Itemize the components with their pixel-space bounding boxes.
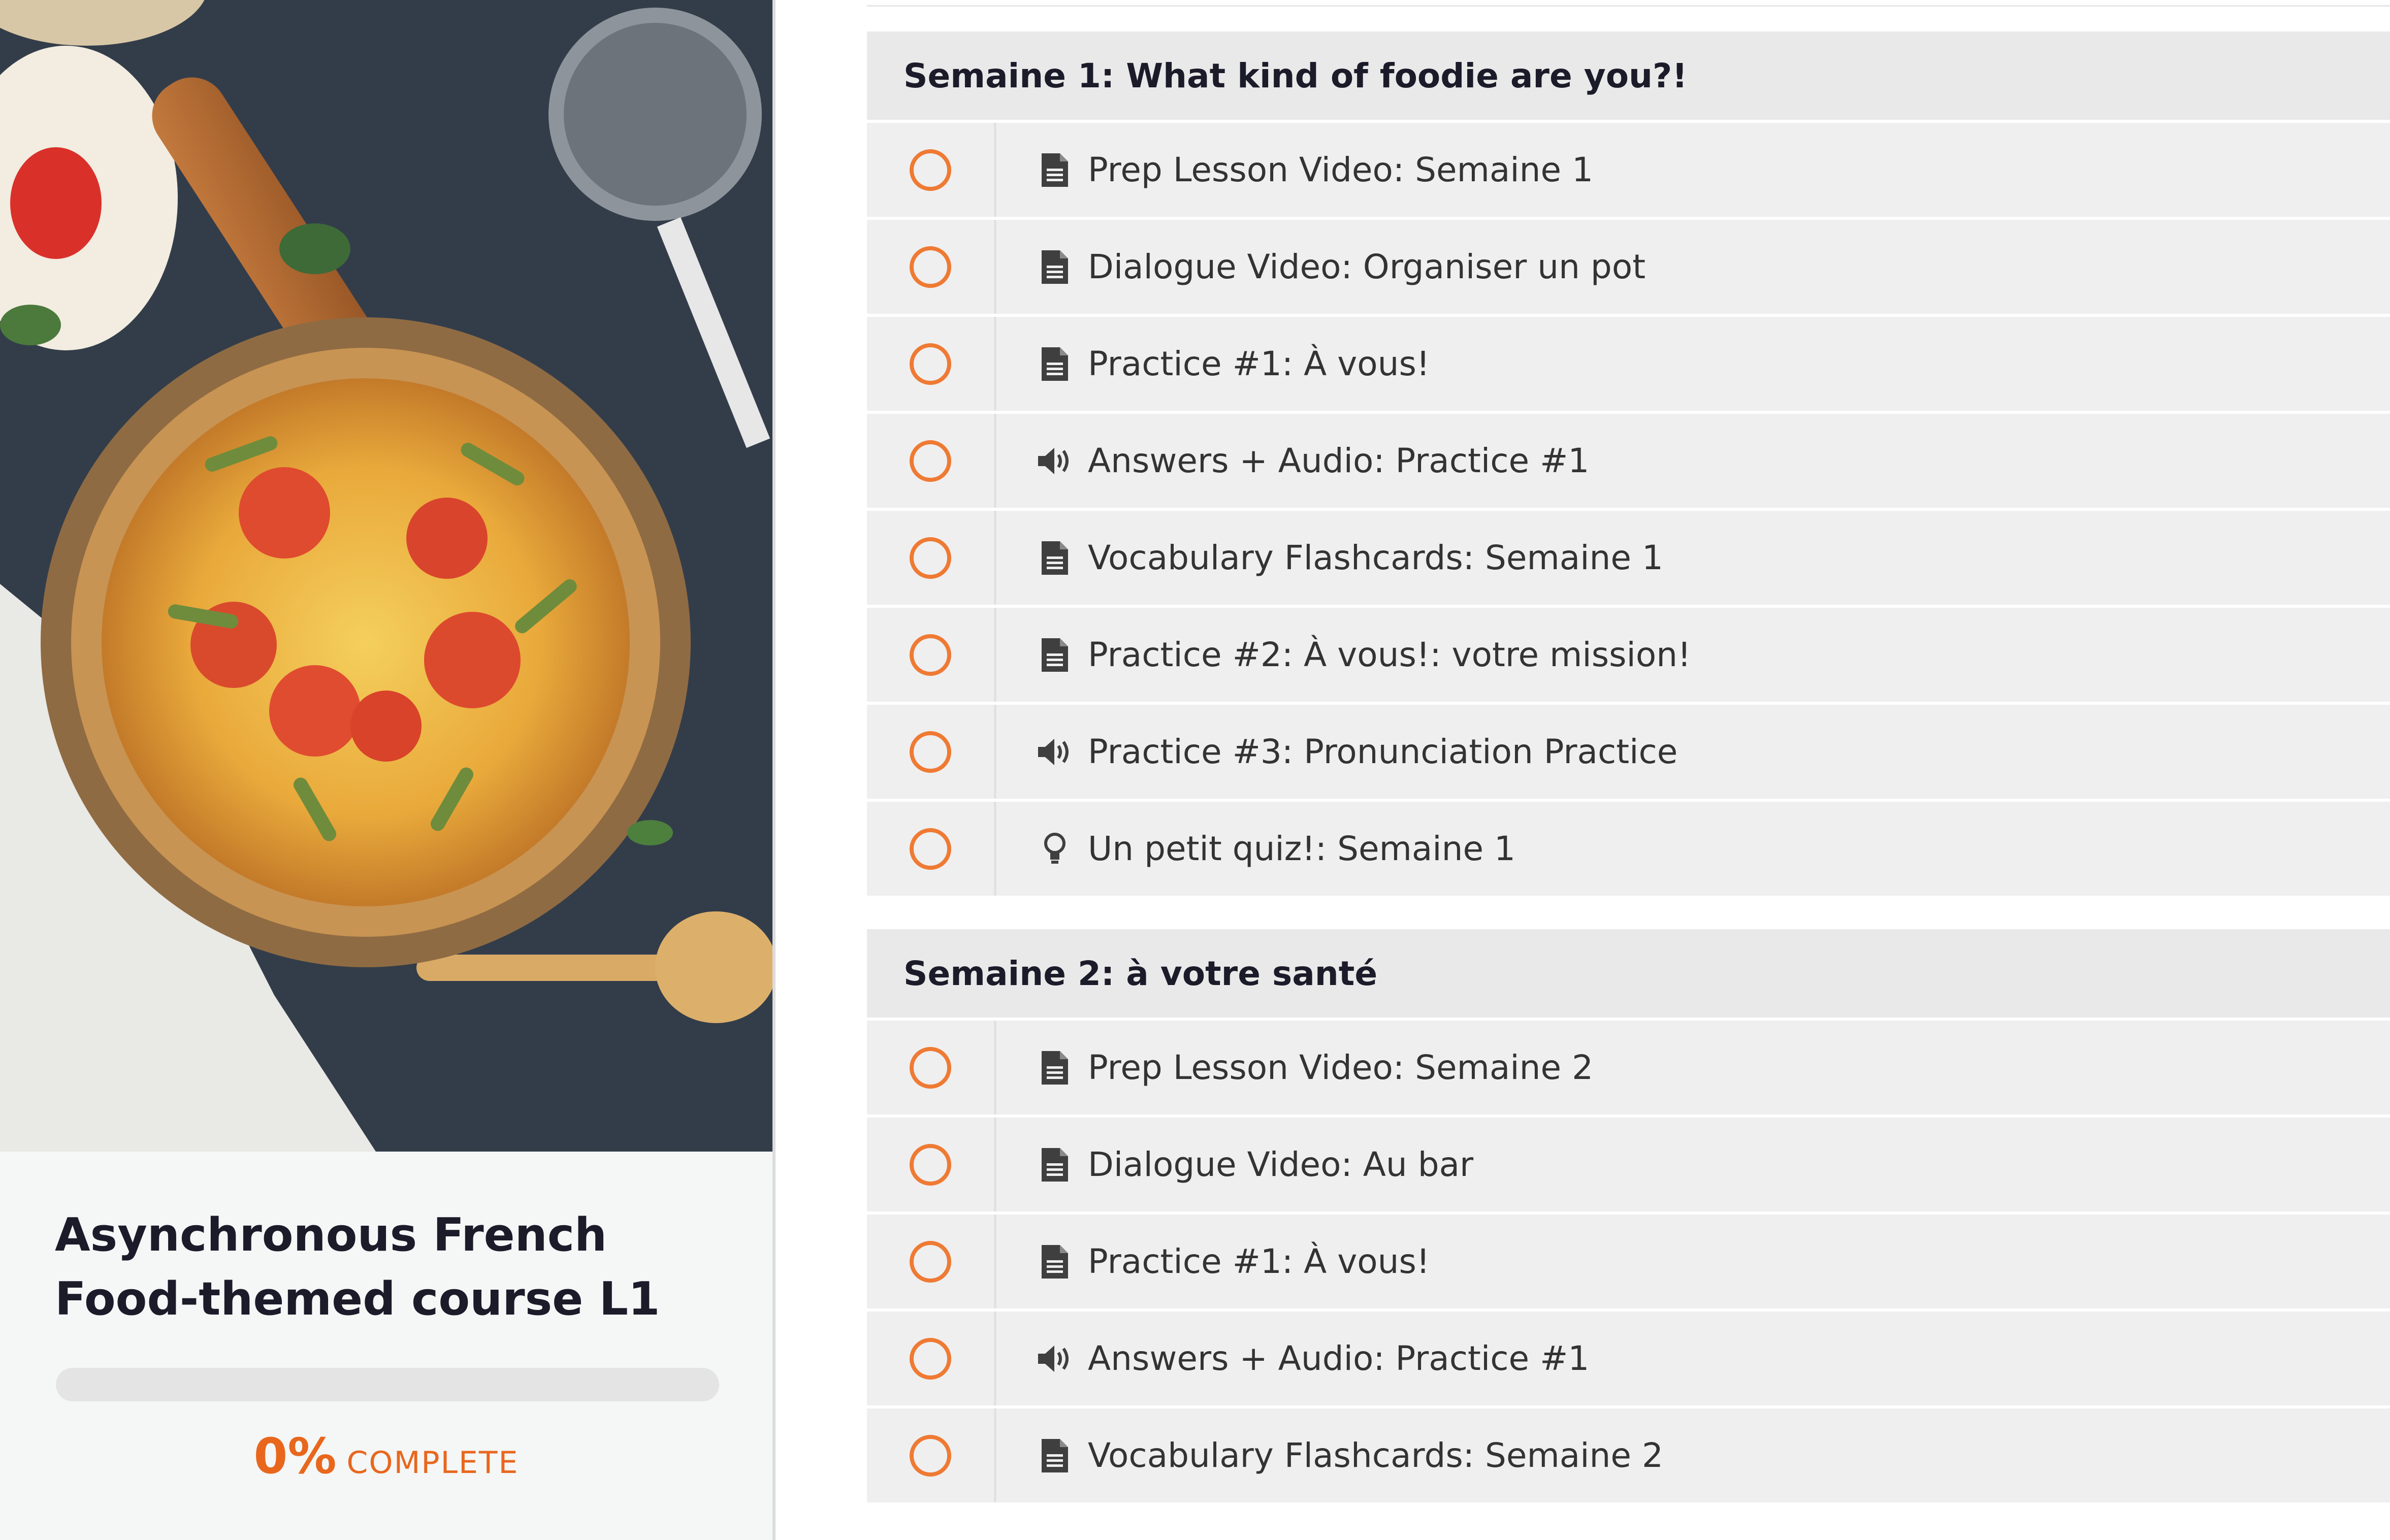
- lesson-link[interactable]: Practice #2: À vous!: votre mission!: [1036, 635, 1691, 674]
- lesson-title: Prep Lesson Video: Semaine 1: [1088, 150, 1594, 189]
- lesson-complete-toggle[interactable]: [910, 149, 951, 191]
- lesson-complete-toggle[interactable]: [910, 537, 951, 579]
- lesson-title: Dialogue Video: Au bar: [1088, 1145, 1474, 1184]
- top-divider: [867, 0, 2390, 7]
- lesson-row: Practice #3: Pronunciation Practice: [867, 705, 2390, 802]
- document-icon: [1036, 1437, 1074, 1475]
- lesson-link[interactable]: Prep Lesson Video: Semaine 2: [1036, 1048, 1593, 1087]
- document-icon: [1036, 248, 1074, 286]
- document-icon: [1036, 151, 1074, 189]
- section-title: Semaine 1: What kind of foodie are you?!: [867, 31, 2390, 123]
- course-content: Semaine 1: What kind of foodie are you?!…: [867, 0, 2390, 1540]
- lesson-link[interactable]: Dialogue Video: Organiser un pot: [1036, 247, 1645, 286]
- lesson-status-cell: [867, 802, 996, 896]
- audio-icon: [1036, 733, 1074, 771]
- lesson-complete-toggle[interactable]: [910, 343, 951, 385]
- lesson-title: Practice #1: À vous!: [1088, 344, 1430, 383]
- lesson-row: Answers + Audio: Practice #1: [867, 414, 2390, 511]
- lesson-complete-toggle[interactable]: [910, 1046, 951, 1089]
- lesson-row: Un petit quiz!: Semaine 1: [867, 802, 2390, 899]
- lesson-title: Prep Lesson Video: Semaine 2: [1088, 1048, 1594, 1087]
- lesson-title: Practice #1: À vous!: [1088, 1242, 1430, 1281]
- lesson-link[interactable]: Practice #1: À vous!: [1036, 344, 1430, 383]
- lesson-row: Prep Lesson Video: Semaine 2: [867, 1021, 2390, 1118]
- lesson-link[interactable]: Prep Lesson Video: Semaine 1: [1036, 150, 1593, 189]
- lesson-status-cell: [867, 414, 996, 508]
- document-icon: [1036, 636, 1074, 674]
- lesson-title: Vocabulary Flashcards: Semaine 1: [1088, 538, 1663, 577]
- lesson-row: Dialogue Video: Organiser un pot: [867, 220, 2390, 317]
- document-icon: [1036, 1243, 1074, 1281]
- course-title: Asynchronous French Food-themed course L…: [55, 1208, 660, 1326]
- lesson-title: Practice #2: À vous!: votre mission!: [1088, 635, 1691, 674]
- lesson-status-cell: [867, 1118, 996, 1211]
- course-section: Semaine 1: What kind of foodie are you?!…: [867, 31, 2390, 899]
- lesson-title: Practice #3: Pronunciation Practice: [1088, 732, 1678, 771]
- course-section: Semaine 2: à votre santé Prep Lesson Vide…: [867, 929, 2390, 1505]
- lesson-row: Prep Lesson Video: Semaine 1: [867, 123, 2390, 220]
- lesson-status-cell: [867, 220, 996, 314]
- lesson-link[interactable]: Practice #3: Pronunciation Practice: [1036, 732, 1677, 771]
- lesson-link[interactable]: Un petit quiz!: Semaine 1: [1036, 829, 1515, 868]
- lesson-title: Vocabulary Flashcards: Semaine 2: [1088, 1436, 1663, 1475]
- lesson-complete-toggle[interactable]: [910, 440, 951, 482]
- lesson-complete-toggle[interactable]: [910, 1337, 951, 1380]
- course-sidebar: Asynchronous French Food-themed course L…: [0, 0, 776, 1540]
- progress-percent: 0%: [253, 1428, 337, 1485]
- lesson-link[interactable]: Answers + Audio: Practice #1: [1036, 1339, 1589, 1378]
- lesson-status-cell: [867, 1021, 996, 1115]
- lesson-link[interactable]: Practice #1: À vous!: [1036, 1242, 1430, 1281]
- lesson-link[interactable]: Dialogue Video: Au bar: [1036, 1145, 1473, 1184]
- lesson-complete-toggle[interactable]: [910, 1143, 951, 1186]
- lesson-complete-toggle[interactable]: [910, 634, 951, 676]
- lesson-complete-toggle[interactable]: [910, 731, 951, 773]
- lesson-row: Answers + Audio: Practice #1: [867, 1312, 2390, 1408]
- lesson-status-cell: [867, 1312, 996, 1405]
- document-icon: [1036, 539, 1074, 577]
- lesson-title: Un petit quiz!: Semaine 1: [1088, 829, 1516, 868]
- lesson-row: Practice #2: À vous!: votre mission!: [867, 608, 2390, 705]
- lesson-status-cell: [867, 1408, 996, 1502]
- lesson-link[interactable]: Vocabulary Flashcards: Semaine 1: [1036, 538, 1663, 577]
- lesson-complete-toggle[interactable]: [910, 1240, 951, 1283]
- document-icon: [1036, 345, 1074, 383]
- lesson-title: Answers + Audio: Practice #1: [1088, 1339, 1590, 1378]
- lesson-complete-toggle[interactable]: [910, 246, 951, 288]
- course-cover-image: [0, 0, 772, 1152]
- section-title: Semaine 2: à votre santé: [867, 929, 2390, 1021]
- progress-word: COMPLETE: [346, 1445, 519, 1481]
- lesson-status-cell: [867, 705, 996, 799]
- progress-label: 0% COMPLETE: [0, 1428, 772, 1485]
- lesson-row: Dialogue Video: Au bar: [867, 1118, 2390, 1215]
- audio-icon: [1036, 1340, 1074, 1378]
- document-icon: [1036, 1146, 1074, 1184]
- lesson-status-cell: [867, 1215, 996, 1308]
- lesson-title: Answers + Audio: Practice #1: [1088, 441, 1590, 480]
- lesson-status-cell: [867, 511, 996, 605]
- lesson-status-cell: [867, 123, 996, 217]
- lesson-status-cell: [867, 317, 996, 411]
- lesson-status-cell: [867, 608, 996, 702]
- document-icon: [1036, 1049, 1074, 1087]
- lesson-link[interactable]: Vocabulary Flashcards: Semaine 2: [1036, 1436, 1663, 1475]
- lightbulb-icon: [1036, 830, 1074, 868]
- lesson-row: Vocabulary Flashcards: Semaine 1: [867, 511, 2390, 608]
- lesson-link[interactable]: Answers + Audio: Practice #1: [1036, 441, 1589, 480]
- lesson-complete-toggle[interactable]: [910, 828, 951, 870]
- lesson-row: Vocabulary Flashcards: Semaine 2: [867, 1408, 2390, 1505]
- course-progress-bar: [56, 1368, 719, 1401]
- lesson-complete-toggle[interactable]: [910, 1434, 951, 1477]
- lesson-title: Dialogue Video: Organiser un pot: [1088, 247, 1646, 286]
- audio-icon: [1036, 442, 1074, 480]
- lesson-row: Practice #1: À vous!: [867, 317, 2390, 414]
- lesson-row: Practice #1: À vous!: [867, 1215, 2390, 1312]
